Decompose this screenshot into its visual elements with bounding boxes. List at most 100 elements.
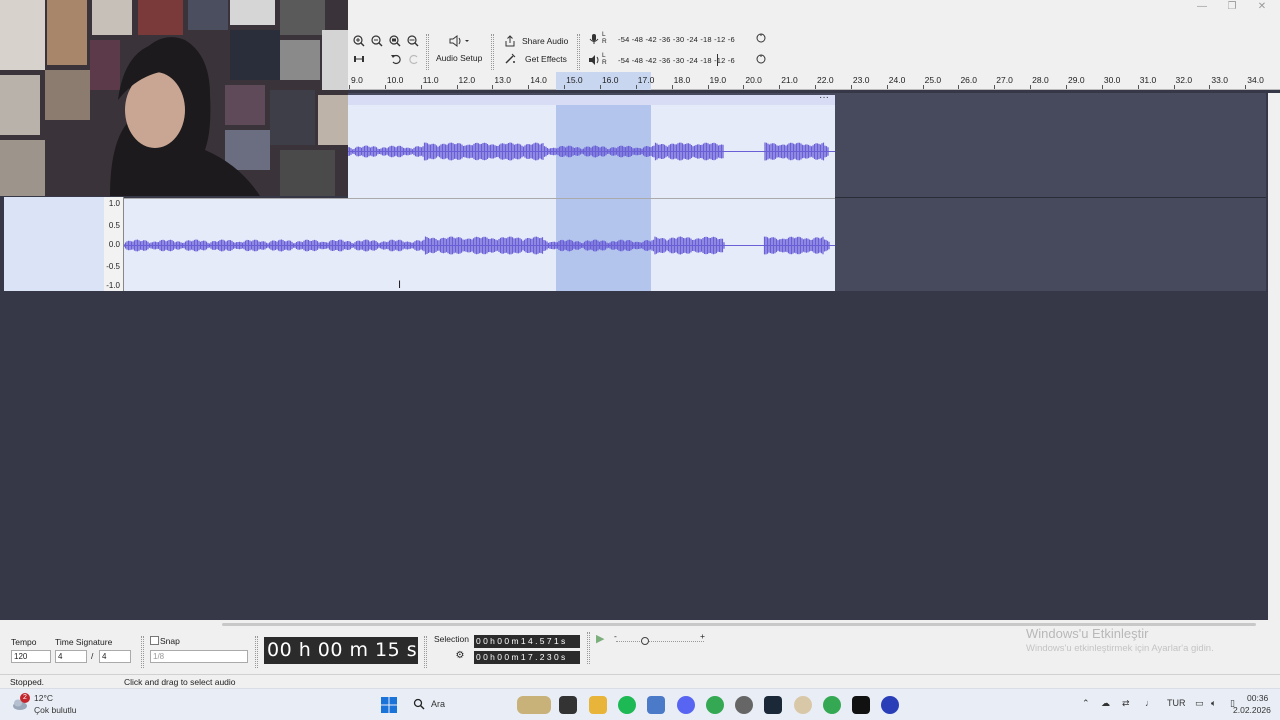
share-audio-icon[interactable] (502, 33, 518, 49)
ruler-tick-label: 9.0 (351, 75, 363, 85)
timeline-ruler[interactable]: 9.0 10.0 11.0 12.0 13.0 14.0 15.0 16.0 17.0 18.0 1… (348, 72, 1280, 90)
tempo-input[interactable]: 120 (11, 650, 51, 663)
scale-label: 1.0 (108, 199, 120, 208)
audio-setup-icon[interactable] (446, 33, 472, 49)
clock-time[interactable]: 00:36 (1247, 693, 1268, 703)
volume-icon[interactable]: 🔈︎ (1211, 698, 1216, 709)
speed-slider-track[interactable] (616, 641, 704, 642)
fit-selection-icon[interactable] (387, 33, 403, 49)
app-icon[interactable] (647, 696, 665, 714)
steam-icon[interactable] (764, 696, 782, 714)
time-signature-separator: / (91, 651, 94, 661)
tray-chevron-icon[interactable]: ⌃ (1082, 698, 1090, 709)
toolbar-grip[interactable] (587, 632, 590, 664)
track-control-panel[interactable] (4, 197, 104, 291)
clock-date[interactable]: 2.02.2026 (1233, 705, 1271, 715)
microphone-icon[interactable] (586, 31, 602, 47)
zoom-out-icon[interactable] (369, 33, 385, 49)
weather-description[interactable]: Çok bulutlu (34, 705, 77, 715)
app-icon[interactable] (559, 696, 577, 714)
trim-icon[interactable] (351, 51, 367, 67)
search-icon[interactable] (413, 698, 425, 710)
undo-icon[interactable] (388, 51, 404, 67)
toolbar-grip[interactable] (426, 34, 429, 70)
display-icon[interactable]: ▭ (1195, 698, 1204, 709)
onedrive-icon[interactable]: ☁ (1101, 698, 1110, 709)
get-effects-button[interactable]: Get Effects (525, 54, 567, 64)
toolbar-grip[interactable] (577, 34, 580, 70)
toolbar-grip[interactable] (255, 636, 258, 668)
chrome-icon[interactable] (823, 696, 841, 714)
settings-icon[interactable] (735, 696, 753, 714)
fit-project-icon[interactable] (405, 33, 421, 49)
ruler-tick-mark (456, 85, 458, 89)
audio-clip-lower[interactable] (124, 198, 835, 291)
zoom-in-icon[interactable] (351, 33, 367, 49)
track-divider (835, 197, 1266, 198)
ruler-tick-label: 23.0 (852, 75, 870, 85)
clip-menu-button[interactable]: ··· (819, 92, 829, 103)
speed-slider-thumb[interactable] (641, 637, 649, 645)
mic-icon[interactable]: ♩ (1145, 698, 1154, 708)
ruler-tick-label: 32.0 (1175, 75, 1193, 85)
selection-start-field[interactable]: 0 0 h 0 0 m 1 4 . 5 7 1 s (474, 635, 580, 648)
speaker-icon[interactable] (586, 52, 602, 68)
ruler-tick-mark (1030, 85, 1032, 89)
webcam-overlay (0, 0, 348, 196)
app-icon[interactable] (794, 696, 812, 714)
close-button[interactable]: ✕ (1250, 0, 1274, 14)
maximize-button[interactable]: ❐ (1220, 0, 1244, 14)
i-beam-cursor: I (398, 279, 402, 291)
language-indicator[interactable]: TUR (1167, 698, 1186, 708)
toolbar-grip[interactable] (424, 636, 427, 668)
ruler-tick-label: 25.0 (924, 75, 942, 85)
ruler-tick-mark (1209, 85, 1211, 89)
network-icon[interactable]: ⇄ (1122, 698, 1130, 709)
ruler-tick-mark (779, 85, 781, 89)
ruler-tick-mark (1173, 85, 1175, 89)
ruler-tick-label: 30.0 (1103, 75, 1121, 85)
scale-label: -1.0 (106, 281, 120, 290)
clip-title-bar[interactable]: ··· (348, 92, 835, 105)
ruler-tick-label: 28.0 (1032, 75, 1049, 85)
search-highlight-icon[interactable] (517, 696, 551, 714)
ruler-tick-mark (528, 85, 530, 89)
vertical-scrollbar[interactable] (1268, 93, 1280, 623)
vertical-scale[interactable]: 1.0 0.5 0.0 -0.5 -1.0 (104, 197, 124, 291)
taskbar-search[interactable]: Ara (431, 699, 445, 709)
weather-badge: 2 (20, 693, 30, 703)
playback-meter-options-icon[interactable] (753, 52, 769, 68)
audio-clip-upper[interactable] (348, 105, 835, 198)
ruler-tick-mark (1137, 85, 1139, 89)
selection-end-field[interactable]: 0 0 h 0 0 m 1 7 . 2 3 0 s (474, 651, 580, 664)
record-meter-scale[interactable]: -54 -48 -42 -36 -30 -24 -18 -12 -6 (618, 35, 735, 44)
weather-temp[interactable]: 12°C (34, 693, 53, 703)
spotify-icon[interactable] (618, 696, 636, 714)
capcut-icon[interactable] (852, 696, 870, 714)
ruler-tick-label: 10.0 (386, 75, 404, 85)
audio-setup-label[interactable]: Audio Setup (436, 53, 482, 63)
record-meter-options-icon[interactable] (753, 31, 769, 47)
start-icon[interactable] (381, 697, 397, 713)
selection-options-icon[interactable]: ⚙ (453, 650, 467, 664)
play-at-speed-icon[interactable]: ▶ (596, 633, 609, 646)
get-effects-icon[interactable] (502, 51, 518, 67)
playback-lr-label: LR (602, 52, 607, 66)
redo-icon[interactable] (406, 51, 422, 67)
toolbar-grip[interactable] (491, 34, 494, 70)
share-audio-button[interactable]: Share Audio (522, 36, 568, 46)
snap-select[interactable]: 1/8 (150, 650, 248, 663)
discord-icon[interactable] (677, 696, 695, 714)
ruler-tick-mark (958, 85, 960, 89)
ruler-tick-label: 14.0 (530, 75, 547, 85)
minimize-button[interactable]: — (1190, 0, 1214, 14)
audacity-icon[interactable] (881, 696, 899, 714)
chrome-icon[interactable] (706, 696, 724, 714)
time-signature-denominator[interactable]: 4 (99, 650, 131, 663)
time-signature-numerator[interactable]: 4 (55, 650, 87, 663)
file-explorer-icon[interactable] (589, 696, 607, 714)
ruler-tick-label: 34.0 (1247, 75, 1264, 85)
snap-checkbox[interactable] (150, 636, 159, 645)
time-display[interactable]: 00 h 00 m 15 s (264, 637, 418, 664)
toolbar-grip[interactable] (141, 636, 144, 668)
